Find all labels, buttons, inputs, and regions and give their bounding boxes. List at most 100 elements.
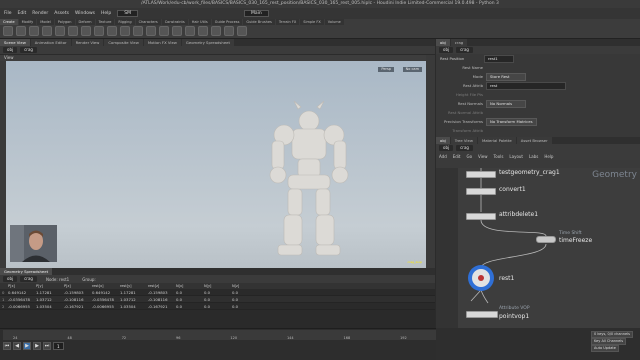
tab-obj[interactable]: obj [436, 39, 450, 46]
shelf-tab[interactable]: Model [37, 19, 54, 25]
step-back-icon[interactable]: ◀ [13, 342, 21, 350]
box-tool-icon[interactable] [3, 26, 13, 36]
menu-add[interactable]: Add [439, 154, 447, 159]
rest-attrib-field[interactable]: rest [486, 81, 566, 90]
node-pointvop[interactable] [466, 311, 498, 318]
tube-tool-icon[interactable] [29, 26, 39, 36]
node-label[interactable]: pointvop1 [499, 313, 529, 320]
tab-composite-view[interactable]: Composite View [104, 39, 143, 46]
table-row[interactable]: 0 0.649142 1.17281 -0.159803 0.649142 1.… [0, 289, 435, 296]
step-forward-icon[interactable]: ▶ [33, 342, 41, 350]
jump-start-icon[interactable]: ⏮ [3, 342, 11, 350]
tab-crag[interactable]: crag [450, 39, 468, 46]
network-canvas[interactable]: Geometry testgeometry_crag1 convert1 att… [458, 168, 640, 328]
shelf-tab[interactable]: Constraints [161, 19, 188, 25]
line-tool-icon[interactable] [81, 26, 91, 36]
normals-dropdown[interactable]: No Normals [486, 99, 526, 108]
torus-tool-icon[interactable] [42, 26, 52, 36]
transforms-dropdown[interactable]: No Transform Matrices [486, 117, 537, 126]
font-tool-icon[interactable] [159, 26, 169, 36]
menu-assets[interactable]: Assets [54, 11, 69, 16]
node-rest[interactable] [467, 264, 495, 292]
main-shelf-select[interactable]: Main [244, 10, 269, 17]
current-frame-field[interactable]: 1 [53, 342, 64, 350]
path-obj[interactable]: obj [439, 47, 454, 53]
shelf-tab[interactable]: Texture [95, 19, 115, 25]
tab-render-view[interactable]: Render View [71, 39, 104, 46]
file-tool-icon[interactable] [211, 26, 221, 36]
helix-tool-icon[interactable] [237, 26, 247, 36]
node-timefreeze[interactable] [536, 236, 556, 243]
path-tool-icon[interactable] [133, 26, 143, 36]
shelf-tab[interactable]: Volume [324, 19, 344, 25]
menu-view[interactable]: View [478, 154, 488, 159]
lsystem-tool-icon[interactable] [185, 26, 195, 36]
menu-go[interactable]: Go [467, 154, 473, 159]
menu-windows[interactable]: Windows [75, 11, 95, 16]
shelf-tab[interactable]: Deform [75, 19, 95, 25]
tab-geometry-spreadsheet[interactable]: Geometry Spreadsheet [181, 39, 234, 46]
menu-labs[interactable]: Labs [529, 154, 538, 159]
menu-edit[interactable]: Edit [18, 11, 27, 16]
tab-scene-view[interactable]: Scene View [0, 39, 30, 46]
menu-file[interactable]: File [4, 11, 12, 16]
tab-animation-editor[interactable]: Animation Editor [30, 39, 71, 46]
shelf-tab[interactable]: Polygon [54, 19, 75, 25]
menu-help[interactable]: Help [101, 11, 111, 16]
grid-tool-icon[interactable] [55, 26, 65, 36]
node-label[interactable]: convert1 [499, 186, 526, 193]
shelf-tab[interactable]: Simple FX [300, 19, 324, 25]
tab-obj[interactable]: obj [436, 137, 450, 144]
tab-motion-fx-view[interactable]: Motion FX View [143, 39, 181, 46]
tab-material-palette[interactable]: Material Palette [477, 137, 516, 144]
path-node[interactable]: crag [456, 47, 473, 53]
network-toolbar[interactable] [436, 168, 458, 328]
menu-edit[interactable]: Edit [453, 154, 461, 159]
node-name-field[interactable]: rest1 [484, 54, 514, 63]
viewport[interactable]: Persp No cam crag_loop [6, 61, 426, 268]
jump-end-icon[interactable]: ⏭ [43, 342, 51, 350]
mode-dropdown[interactable]: Store Rest [486, 72, 526, 81]
shelf-tab[interactable]: Guide Brushes [243, 19, 275, 25]
path-node[interactable]: crag [20, 276, 37, 282]
camera-button[interactable]: No cam [402, 67, 422, 72]
node-label[interactable]: rest1 [499, 275, 514, 282]
path-obj[interactable]: obj [3, 47, 18, 53]
shelf-tab[interactable]: Hair Utils [188, 19, 211, 25]
node-testgeometry[interactable] [466, 171, 496, 178]
key-all-button[interactable]: Key All Channels [591, 338, 627, 345]
spiral-tool-icon[interactable] [224, 26, 234, 36]
path-obj[interactable]: obj [439, 145, 454, 151]
node-attribdelete[interactable] [466, 213, 496, 220]
shelf-tab[interactable]: Rigging [115, 19, 135, 25]
auto-update-dropdown[interactable]: Auto Update [591, 345, 619, 352]
table-row[interactable]: 1 -0.0356478 1.03712 -0.108116 -0.035647… [0, 296, 435, 303]
path-node[interactable]: crag [20, 47, 37, 53]
spray-paint-tool-icon[interactable] [146, 26, 156, 36]
curve-tool-icon[interactable] [107, 26, 117, 36]
node-convert[interactable] [466, 188, 496, 195]
null-tool-icon[interactable] [68, 26, 78, 36]
shelf-tab[interactable]: Guide Process [211, 19, 243, 25]
tab-geometry-spreadsheet-bottom[interactable]: Geometry Spreadsheet [0, 268, 53, 275]
menu-help[interactable]: Help [544, 154, 553, 159]
draw-curve-tool-icon[interactable] [120, 26, 130, 36]
circle-tool-icon[interactable] [94, 26, 104, 36]
desktop-select[interactable]: SM [117, 10, 139, 17]
sphere-tool-icon[interactable] [16, 26, 26, 36]
node-label[interactable]: testgeometry_crag1 [499, 169, 560, 176]
persp-button[interactable]: Persp [378, 67, 394, 72]
platonic-tool-icon[interactable] [172, 26, 182, 36]
table-row[interactable]: 2 -0.0066955 1.03504 -0.167921 -0.006695… [0, 303, 435, 310]
node-label[interactable]: attribdelete1 [499, 211, 538, 218]
shelf-tab[interactable]: Terrain FX [275, 19, 300, 25]
menu-render[interactable]: Render [32, 11, 48, 16]
viewport-right-toolbar[interactable] [426, 55, 435, 268]
menu-layout[interactable]: Layout [509, 154, 523, 159]
shelf-tab[interactable]: Create [0, 19, 18, 25]
metaball-tool-icon[interactable] [198, 26, 208, 36]
shelf-tab[interactable]: Modify [18, 19, 37, 25]
shelf-tab[interactable]: Characters [135, 19, 161, 25]
tab-tree-view[interactable]: Tree View [450, 137, 477, 144]
path-node[interactable]: crag [456, 145, 473, 151]
